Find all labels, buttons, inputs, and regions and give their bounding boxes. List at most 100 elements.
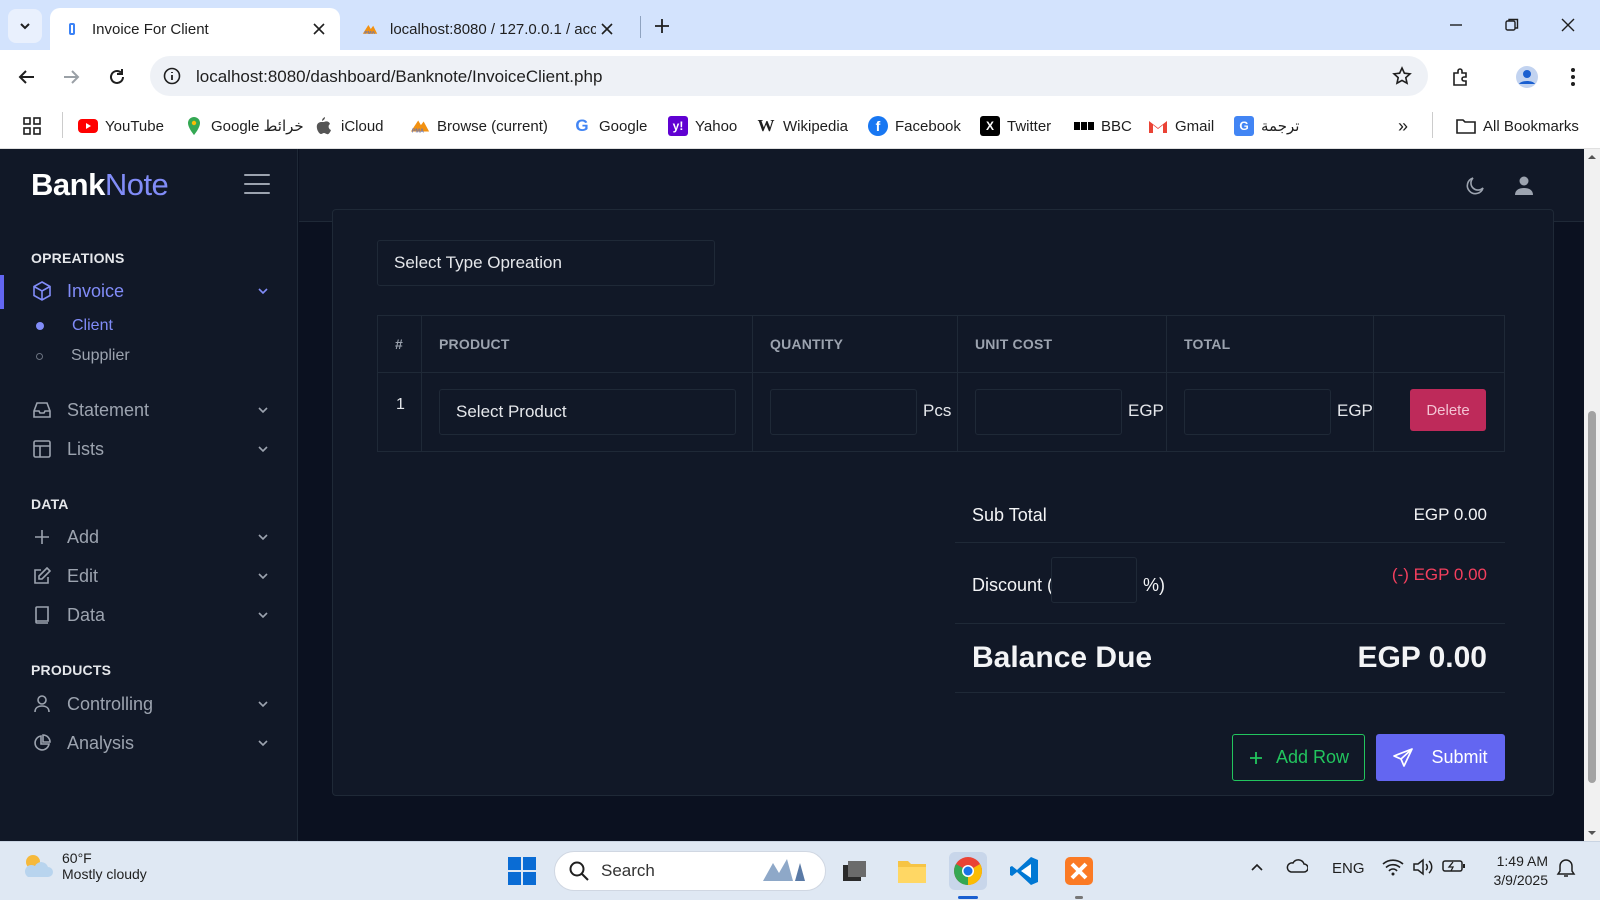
weather-widget[interactable]: 60°F Mostly cloudy: [20, 850, 147, 882]
bookmark-google[interactable]: G Google: [572, 114, 647, 138]
notification-icon[interactable]: [1556, 858, 1576, 882]
hamburger-menu-icon[interactable]: [244, 174, 270, 196]
wifi-icon[interactable]: [1382, 858, 1404, 880]
operation-type-select[interactable]: Select Type Opreation: [377, 240, 715, 286]
system-clock[interactable]: 1:49 AM 3/9/2025: [1484, 852, 1549, 890]
weather-temp: 60°F: [62, 850, 92, 866]
bookmark-yahoo[interactable]: y! Yahoo: [668, 114, 737, 138]
task-view-button[interactable]: [836, 852, 874, 890]
chevron-down-icon: [255, 696, 271, 712]
sidebar-item-statement[interactable]: Statement: [31, 396, 271, 424]
bookmark-star-icon[interactable]: [1390, 64, 1414, 88]
bookmarks-bar: YouTube Google خرائط iCloud PMA Browse (…: [0, 102, 1600, 149]
bookmark-gmail[interactable]: Gmail: [1148, 114, 1214, 138]
tab-invoice-for-client[interactable]: Invoice For Client: [50, 8, 340, 50]
browser-menu-button[interactable]: [1558, 62, 1588, 92]
delete-row-button[interactable]: Delete: [1410, 389, 1486, 431]
bookmark-browse-current[interactable]: PMA Browse (current): [410, 114, 548, 138]
address-bar[interactable]: localhost:8080/dashboard/Banknote/Invoic…: [150, 56, 1428, 96]
more-bookmarks-button[interactable]: »: [1398, 114, 1408, 138]
windows-taskbar: 60°F Mostly cloudy Search ENG 1:49 AM 3/…: [0, 841, 1600, 900]
tab-search-button[interactable]: [8, 9, 42, 43]
battery-icon[interactable]: [1442, 859, 1466, 877]
start-button[interactable]: [503, 852, 541, 890]
bookmark-label: Twitter: [1007, 117, 1052, 135]
pie-chart-icon: [31, 732, 53, 754]
new-tab-button[interactable]: [648, 12, 676, 40]
forward-button[interactable]: [56, 62, 86, 92]
search-placeholder: Search: [601, 861, 655, 880]
discount-label-open: Discount (: [972, 575, 1054, 595]
brand-logo[interactable]: BankNote: [31, 167, 169, 203]
site-info-icon[interactable]: [162, 66, 182, 86]
chrome-icon: [954, 857, 982, 885]
sidebar-item-lists[interactable]: Lists: [31, 435, 271, 463]
dark-mode-toggle[interactable]: [1462, 173, 1488, 199]
column-header: QUANTITY: [753, 316, 958, 372]
sidebar-item-add[interactable]: Add: [31, 523, 271, 551]
chevron-down-icon: [255, 735, 271, 751]
user-menu-button[interactable]: [1511, 173, 1537, 199]
minimize-button[interactable]: [1438, 10, 1474, 40]
bookmark-bbc[interactable]: BBC: [1074, 114, 1132, 138]
sidebar-item-edit[interactable]: Edit: [31, 562, 271, 590]
back-button[interactable]: [12, 62, 42, 92]
discount-percent-input[interactable]: [1051, 557, 1137, 603]
url-text: localhost:8080/dashboard/Banknote/Invoic…: [196, 67, 603, 86]
bookmark-wikipedia[interactable]: W Wikipedia: [756, 114, 849, 138]
unit-cost-input[interactable]: [975, 389, 1122, 435]
profile-button[interactable]: [1512, 62, 1542, 92]
apps-grid-button[interactable]: [22, 114, 42, 138]
volume-icon[interactable]: [1412, 858, 1434, 880]
vscode-button[interactable]: [1005, 852, 1043, 890]
bookmark-translate[interactable]: G ترجمة: [1234, 114, 1299, 138]
sidebar-item-data[interactable]: Data: [31, 601, 271, 629]
submit-button[interactable]: Submit: [1376, 734, 1505, 781]
show-hidden-icons-button[interactable]: [1250, 860, 1264, 878]
scrollbar-thumb[interactable]: [1588, 411, 1596, 783]
sidebar-item-invoice[interactable]: Invoice: [31, 277, 271, 305]
invoice-card: [332, 209, 1554, 796]
add-row-button[interactable]: Add Row: [1232, 734, 1365, 781]
all-bookmarks-button[interactable]: All Bookmarks: [1456, 114, 1579, 138]
puzzle-icon: [1453, 68, 1467, 86]
close-tab-icon[interactable]: [308, 18, 330, 40]
product-select[interactable]: Select Product: [439, 389, 736, 435]
page-scrollbar[interactable]: [1584, 149, 1600, 841]
bookmark-label: ترجمة: [1261, 118, 1300, 135]
file-explorer-button[interactable]: [893, 852, 931, 890]
close-tab-icon[interactable]: [596, 18, 618, 40]
arrow-right-icon: [64, 70, 80, 84]
bookmark-label: Wikipedia: [783, 117, 849, 135]
language-indicator[interactable]: ENG: [1332, 860, 1365, 877]
balance-due-value: EGP 0.00: [1357, 641, 1487, 674]
section-heading-products: PRODUCTS: [31, 662, 112, 678]
taskbar-search[interactable]: Search: [554, 851, 826, 891]
browser-tab-strip: Invoice For Client PMA localhost:8080 / …: [0, 0, 1600, 50]
reload-button[interactable]: [102, 62, 132, 92]
bookmark-twitter[interactable]: X Twitter: [980, 114, 1051, 138]
sidebar-item-analysis[interactable]: Analysis: [31, 729, 271, 757]
total-input[interactable]: [1184, 389, 1331, 435]
discount-value: (-) EGP 0.00: [1391, 565, 1487, 584]
xampp-button[interactable]: [1060, 852, 1098, 890]
bookmark-facebook[interactable]: f Facebook: [868, 114, 961, 138]
quantity-input[interactable]: [770, 389, 917, 435]
bookmark-label: Google خرائط: [211, 118, 304, 135]
bookmark-youtube[interactable]: YouTube: [78, 114, 164, 138]
close-window-button[interactable]: [1550, 10, 1586, 40]
sidebar-subitem-client[interactable]: Client: [36, 315, 113, 337]
bookmark-maps[interactable]: Google خرائط: [184, 114, 304, 138]
extensions-button[interactable]: [1446, 62, 1476, 92]
tab-phpmyadmin[interactable]: PMA localhost:8080 / 127.0.0.1 / acco: [348, 8, 628, 50]
sidebar-item-controlling[interactable]: Controlling: [31, 690, 271, 718]
task-view-icon: [843, 861, 866, 881]
google-icon: G: [575, 116, 589, 135]
restore-button[interactable]: [1494, 10, 1530, 40]
bookmark-label: Facebook: [895, 117, 961, 135]
sidebar-subitem-supplier[interactable]: Supplier: [36, 345, 130, 367]
onedrive-button[interactable]: [1286, 858, 1309, 878]
subtotal-label: Sub Total: [972, 505, 1047, 525]
chrome-button[interactable]: [949, 852, 987, 890]
bookmark-icloud[interactable]: iCloud: [314, 114, 384, 138]
